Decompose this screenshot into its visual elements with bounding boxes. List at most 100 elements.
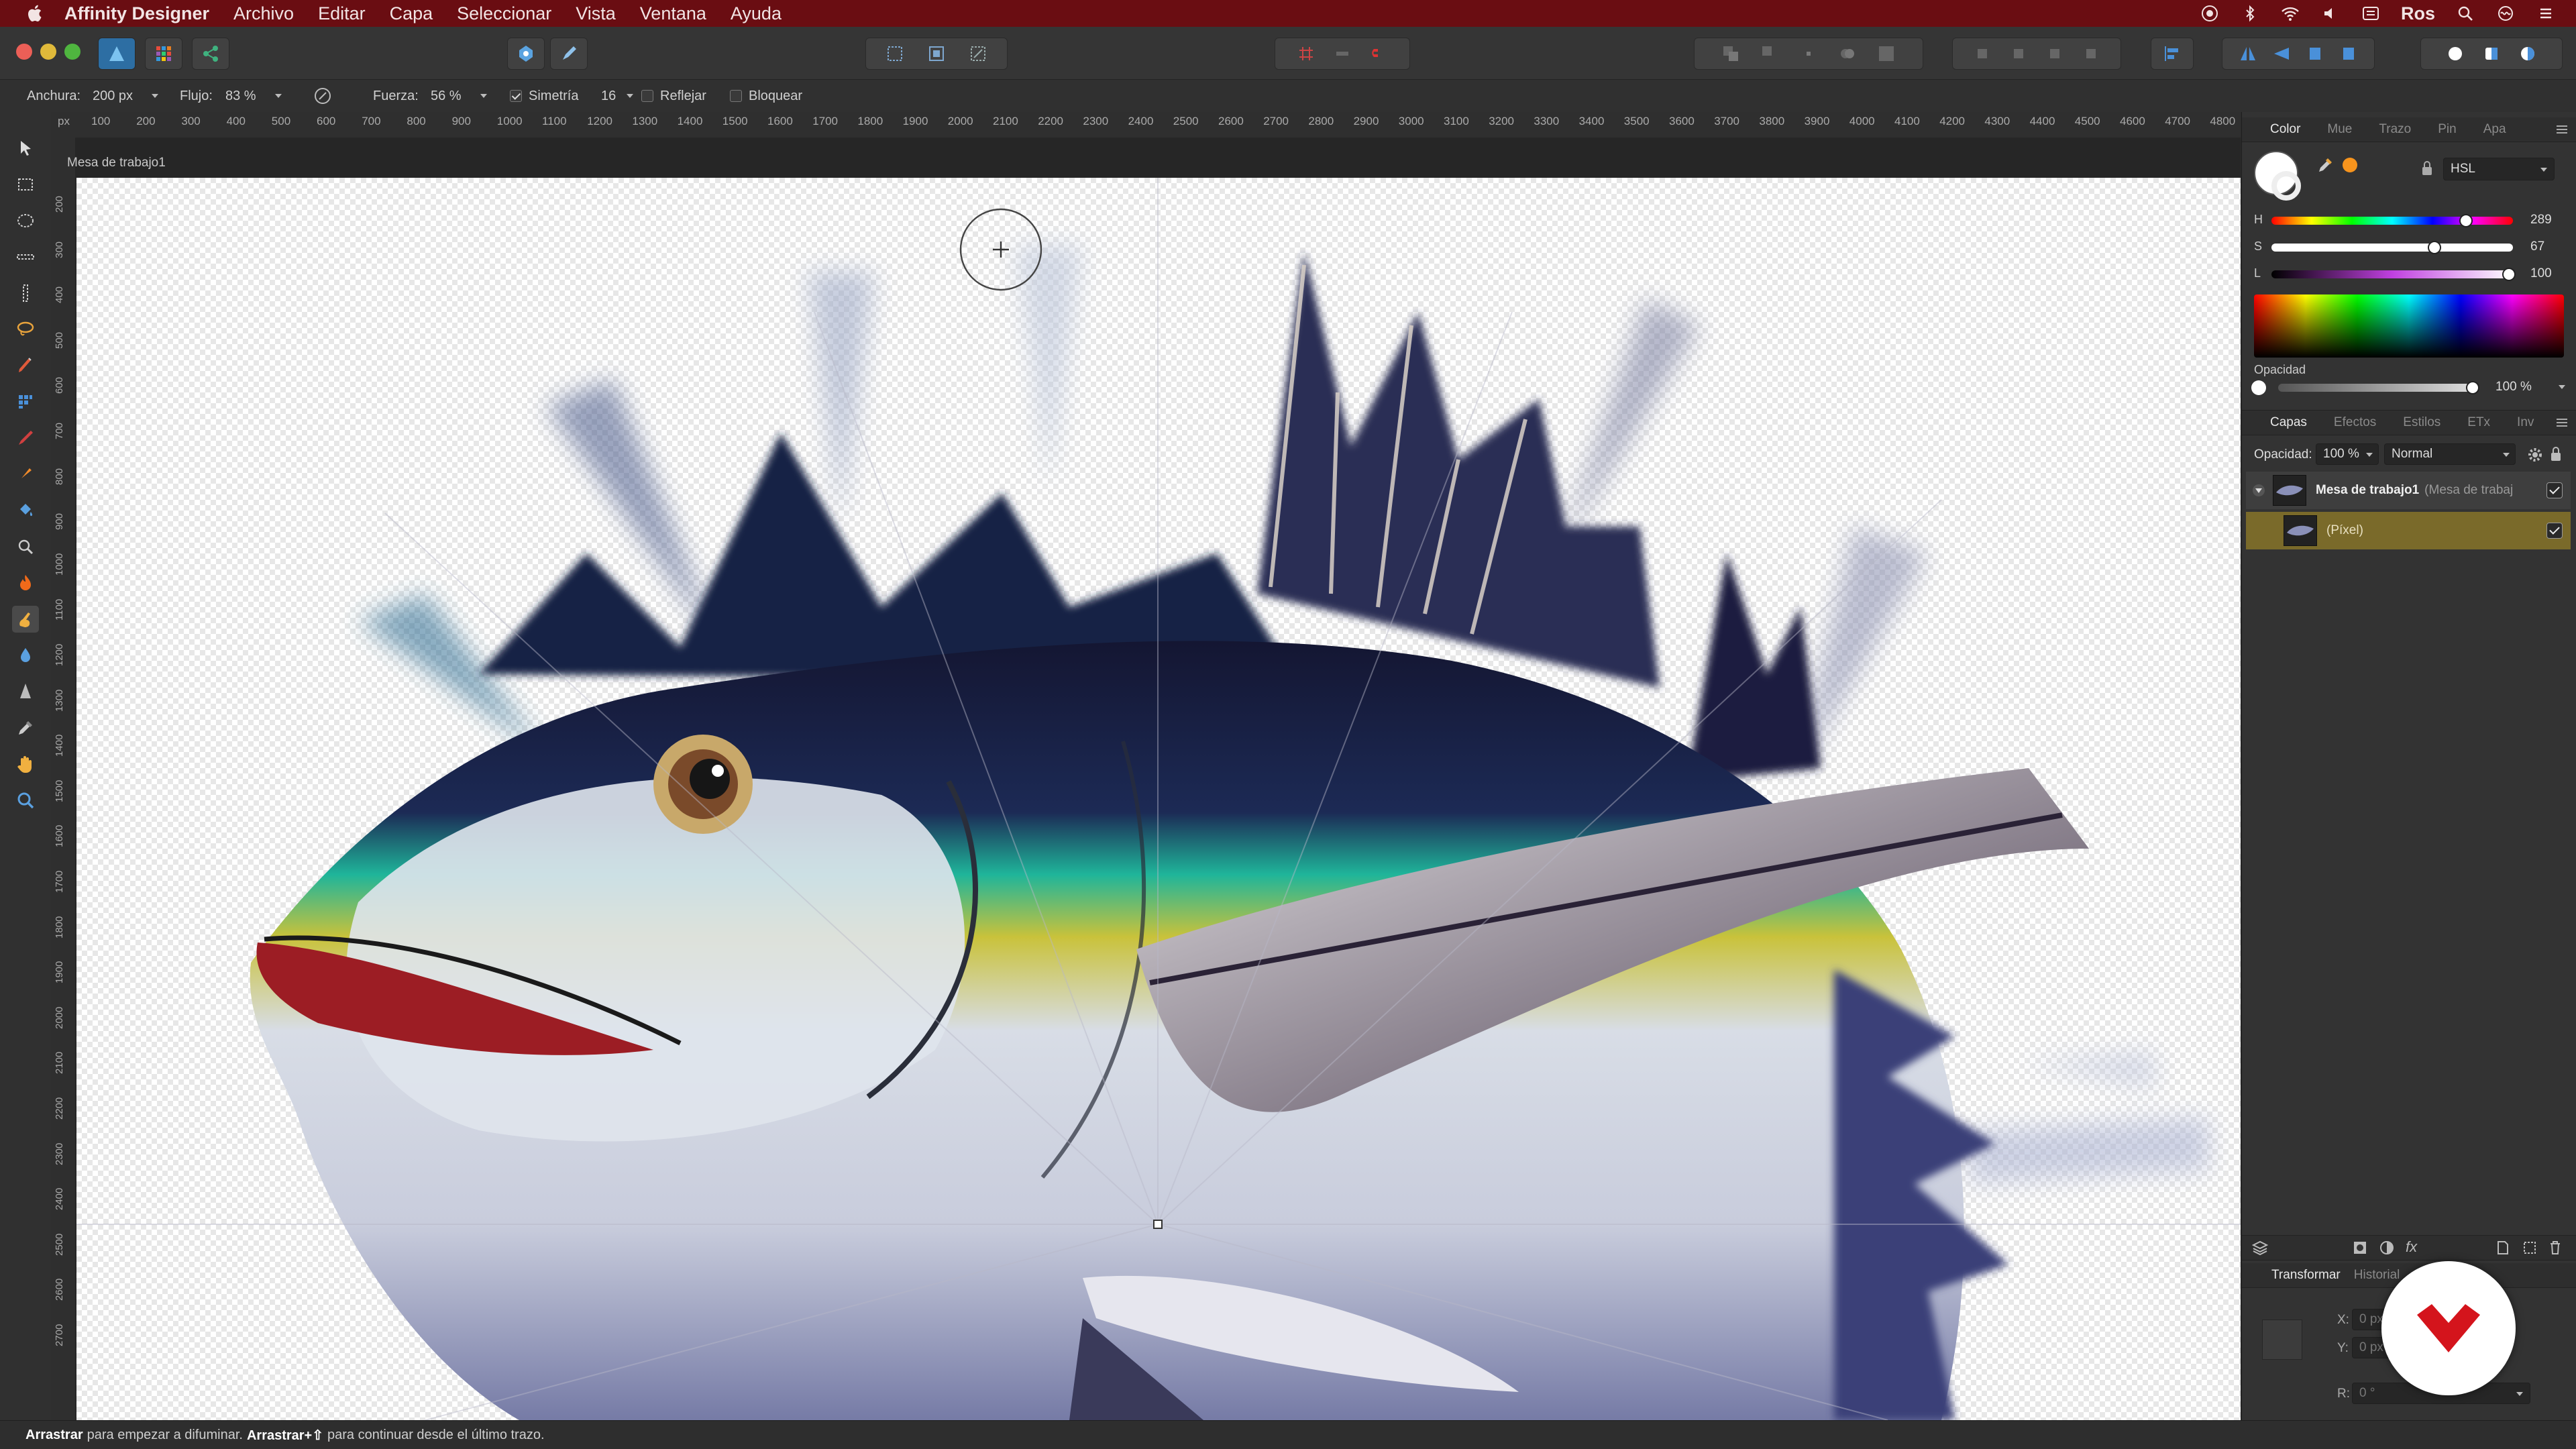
adjustment-icon[interactable]	[2379, 1240, 2395, 1256]
saturation-slider-knob[interactable]	[2428, 241, 2442, 254]
menu-archivo[interactable]: Archivo	[233, 3, 294, 24]
saturation-value[interactable]: 67	[2530, 239, 2544, 254]
layer-row-artboard[interactable]: Mesa de trabajo1 (Mesa de trabaj	[2246, 472, 2571, 509]
app-name-menu[interactable]: Affinity Designer	[64, 3, 209, 24]
view-tool[interactable]	[12, 751, 39, 777]
color-opacity-slider[interactable]	[2278, 381, 2479, 394]
hue-slider-knob[interactable]	[2459, 214, 2473, 227]
move-tool[interactable]	[12, 135, 39, 162]
studio-toggle-group[interactable]	[2420, 38, 2563, 70]
menu-capa[interactable]: Capa	[390, 3, 433, 24]
recent-color-swatch[interactable]	[2343, 158, 2357, 172]
tab-swatches[interactable]: Mue	[2327, 122, 2352, 137]
designer-persona-button[interactable]	[98, 38, 136, 70]
selection-group[interactable]	[865, 38, 1008, 70]
apple-icon[interactable]	[25, 3, 46, 23]
saturation-slider[interactable]	[2271, 241, 2513, 254]
tab-color[interactable]: Color	[2270, 122, 2300, 137]
assistant-button[interactable]	[507, 38, 545, 70]
pressure-button[interactable]	[313, 80, 333, 112]
menu-editar[interactable]: Editar	[318, 3, 366, 24]
color-opacity-value[interactable]: 100 %	[2496, 380, 2532, 394]
eyedropper-icon[interactable]	[2316, 155, 2336, 175]
tab-styles[interactable]: Estilos	[2403, 415, 2440, 430]
tab-layers[interactable]: Capas	[2270, 415, 2307, 430]
menu-seleccionar[interactable]: Seleccionar	[457, 3, 551, 24]
hue-slider[interactable]	[2271, 214, 2513, 227]
layer-opacity-field[interactable]: 100 %	[2316, 443, 2379, 465]
flow-field[interactable]: 83 %	[225, 80, 282, 112]
blur-tool[interactable]	[12, 642, 39, 669]
siri-icon[interactable]	[2496, 3, 2516, 23]
stroke-well[interactable]	[2271, 171, 2301, 201]
rectangular-marquee-tool[interactable]	[12, 171, 39, 198]
layer-visibility-checkbox[interactable]	[2546, 482, 2563, 498]
tab-stock[interactable]: Inv	[2517, 415, 2534, 430]
tab-transform[interactable]: Transformar	[2271, 1268, 2341, 1283]
panel-menu-icon[interactable]	[2555, 124, 2569, 135]
menu-ayuda[interactable]: Ayuda	[731, 3, 782, 24]
layer-row-pixel[interactable]: (Píxel)	[2246, 512, 2571, 549]
tab-stroke[interactable]: Trazo	[2379, 122, 2411, 137]
blend-mode-select[interactable]: Normal	[2384, 443, 2516, 465]
mirror-checkbox[interactable]: Reflejar	[641, 80, 706, 112]
color-mode-select[interactable]: HSL	[2443, 158, 2555, 180]
bluetooth-icon[interactable]	[2240, 3, 2260, 23]
brush-mode-button[interactable]	[550, 38, 588, 70]
expand-triangle-icon[interactable]	[2251, 483, 2266, 498]
lock-icon[interactable]	[2420, 160, 2434, 176]
width-field[interactable]: 200 px	[93, 80, 159, 112]
opacity-slider-knob[interactable]	[2466, 381, 2479, 394]
boolean-operations-group[interactable]	[1694, 38, 1923, 70]
notification-center-icon[interactable]	[2536, 3, 2556, 23]
arrange-group[interactable]	[1952, 38, 2121, 70]
zoom-window-button[interactable]	[64, 44, 80, 60]
export-persona-button[interactable]	[192, 38, 229, 70]
pixel-persona-button[interactable]	[145, 38, 182, 70]
volume-icon[interactable]	[2320, 3, 2341, 23]
freehand-selection-tool[interactable]	[12, 316, 39, 343]
lock-icon[interactable]	[2549, 446, 2563, 462]
clone-tool[interactable]	[12, 533, 39, 560]
add-layer-icon[interactable]	[2496, 1240, 2510, 1256]
elliptical-marquee-tool[interactable]	[12, 207, 39, 234]
selection-brush-tool[interactable]	[12, 352, 39, 379]
group-layers-icon[interactable]	[2522, 1240, 2537, 1256]
pixel-tool[interactable]	[12, 425, 39, 451]
tab-history[interactable]: Historial	[2354, 1268, 2400, 1283]
sharpen-tool[interactable]	[12, 678, 39, 705]
menu-vista[interactable]: Vista	[576, 3, 616, 24]
lightness-value[interactable]: 100	[2530, 266, 2552, 281]
symmetry-count-field[interactable]: 16	[601, 80, 634, 112]
row-marquee-tool[interactable]	[12, 244, 39, 270]
tab-text-styles[interactable]: ETx	[2467, 415, 2490, 430]
smudge-tool[interactable]	[12, 606, 39, 633]
symmetry-checkbox[interactable]: Simetría	[510, 80, 578, 112]
record-icon[interactable]	[2200, 3, 2220, 23]
lightness-slider[interactable]	[2271, 268, 2516, 281]
fx-icon[interactable]: fx	[2406, 1238, 2417, 1256]
trash-icon[interactable]	[2548, 1240, 2563, 1256]
snapping-group[interactable]	[1275, 38, 1410, 70]
flood-fill-tool[interactable]	[12, 497, 39, 524]
ruler-horizontal[interactable]: px 100 200 300 400 500 600 700 800 900 1000 1100 12…	[51, 112, 2241, 138]
column-marquee-tool[interactable]	[12, 280, 39, 307]
flood-select-tool[interactable]	[12, 388, 39, 415]
ruler-vertical[interactable]: 200 300 400 500 600 700 800 900 1000 1100 1200 1300…	[51, 138, 76, 1420]
burn-tool[interactable]	[12, 570, 39, 596]
transform-group[interactable]	[2222, 38, 2375, 70]
tab-appearance[interactable]: Apa	[2483, 122, 2506, 137]
paint-brush-tool[interactable]	[12, 461, 39, 488]
user-name[interactable]: Ros	[2401, 3, 2435, 24]
zoom-tool[interactable]	[12, 787, 39, 814]
search-icon[interactable]	[2455, 3, 2475, 23]
gear-icon[interactable]	[2526, 446, 2544, 464]
panel-menu-icon[interactable]	[2555, 417, 2569, 428]
close-window-button[interactable]	[16, 44, 32, 60]
chevron-down-icon[interactable]	[2559, 385, 2565, 389]
tab-effects[interactable]: Efectos	[2334, 415, 2376, 430]
input-source-icon[interactable]	[2361, 3, 2381, 23]
hue-value[interactable]: 289	[2530, 213, 2552, 227]
layer-visibility-checkbox[interactable]	[2546, 523, 2563, 539]
layers-icon[interactable]	[2251, 1240, 2269, 1256]
